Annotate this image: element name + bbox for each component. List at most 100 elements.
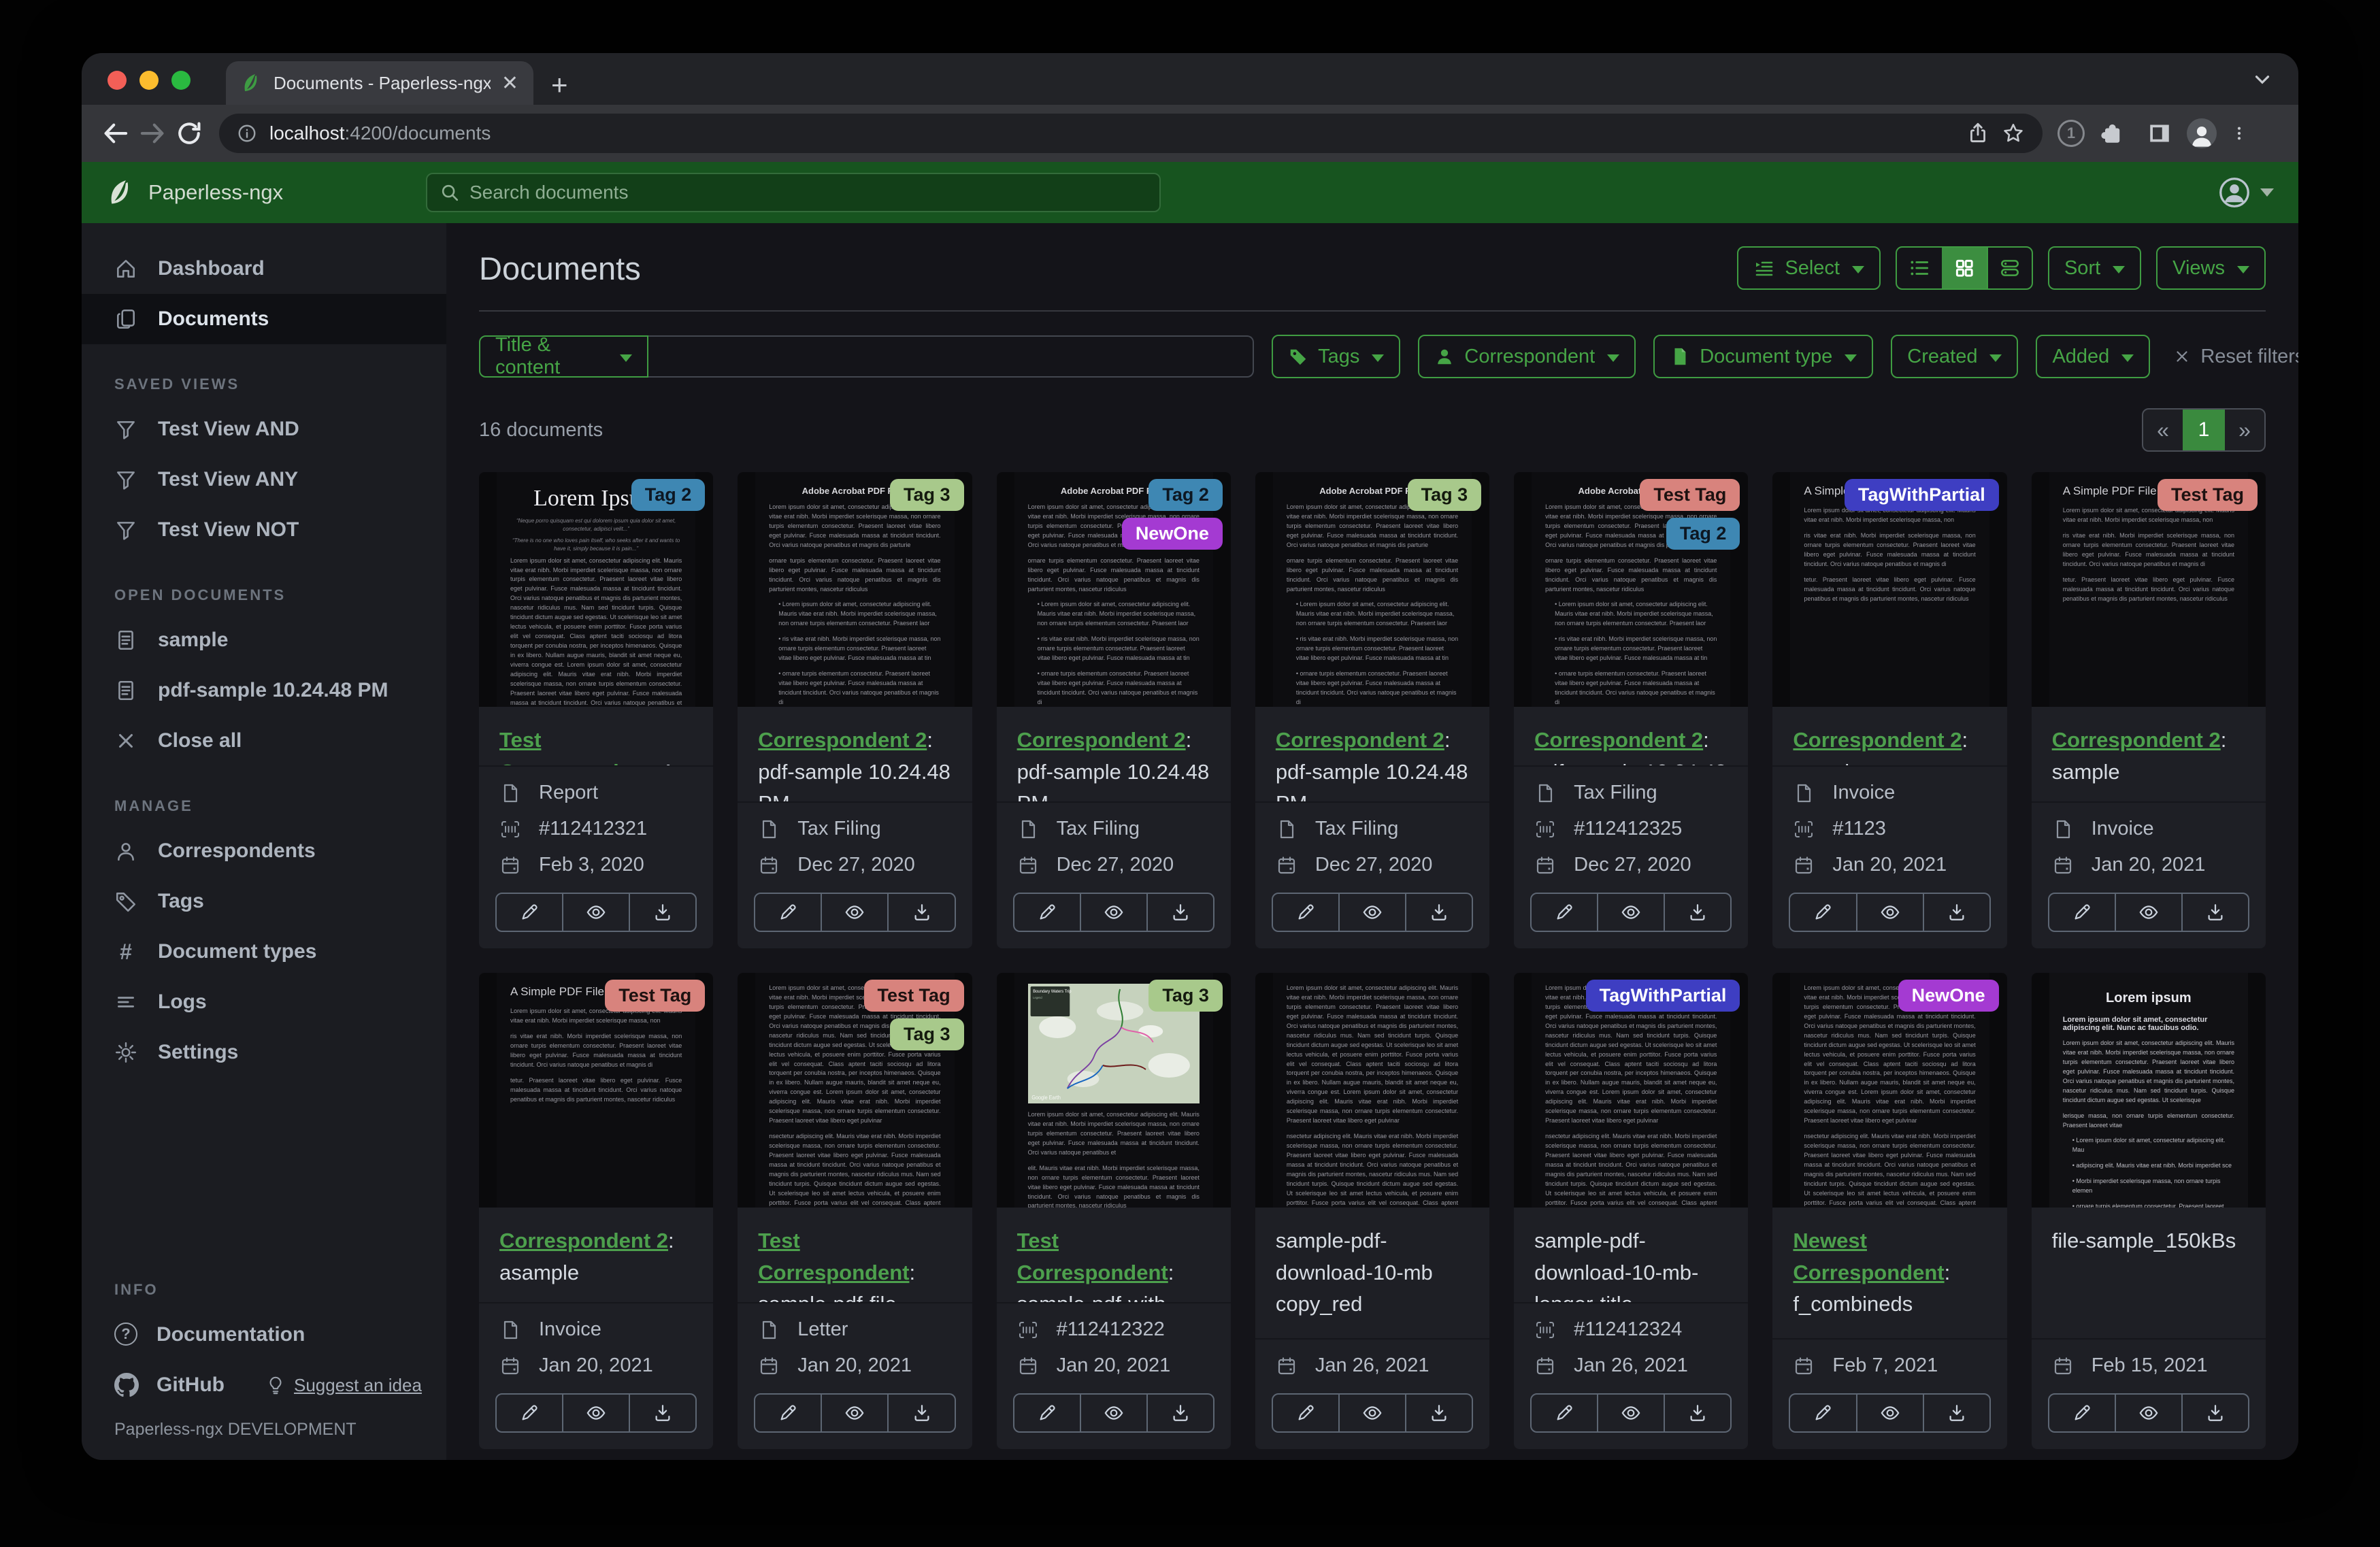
download-button[interactable] bbox=[1405, 894, 1472, 931]
site-info-icon[interactable] bbox=[237, 123, 257, 144]
document-title[interactable]: Correspondent 2: pdf-sample 10.24.48 PM bbox=[738, 707, 972, 803]
view-cards-button[interactable] bbox=[1987, 248, 2032, 288]
edit-button[interactable] bbox=[1014, 894, 1080, 931]
document-title[interactable]: Newest Correspondent: f_combineds bbox=[1772, 1208, 2006, 1340]
edit-button[interactable] bbox=[755, 894, 821, 931]
reload-icon[interactable] bbox=[174, 118, 204, 148]
document-thumbnail[interactable]: Adobe Acrobat PDF FilesLorem ipsum dolor… bbox=[738, 472, 972, 707]
address-bar[interactable]: localhost:4200/documents bbox=[219, 114, 2043, 153]
correspondent-link[interactable]: Test Correspondent bbox=[1017, 1229, 1168, 1284]
sidebar-item-document-types[interactable]: #Document types bbox=[82, 927, 446, 977]
tag-badge-newone[interactable]: NewOne bbox=[1122, 518, 1223, 550]
search-input[interactable] bbox=[469, 182, 1147, 203]
close-window-button[interactable] bbox=[108, 71, 127, 90]
tag-badge-test-tag[interactable]: Test Tag bbox=[1640, 479, 1740, 511]
correspondent-link[interactable]: Correspondent 2 bbox=[1017, 728, 1186, 752]
sidebar-item-sample[interactable]: sample bbox=[82, 615, 446, 665]
sidebar-item-pdf-sample-10-24-48-pm[interactable]: pdf-sample 10.24.48 PM bbox=[82, 665, 446, 716]
pagination-current-page[interactable]: 1 bbox=[2183, 410, 2225, 450]
download-button[interactable] bbox=[1664, 894, 1730, 931]
forward-icon[interactable] bbox=[137, 118, 167, 148]
document-title[interactable]: sample-pdf-download-10-mb copy_red bbox=[1255, 1208, 1489, 1340]
sidebar-item-test-view-and[interactable]: Test View AND bbox=[82, 404, 446, 454]
browser-profile-avatar[interactable] bbox=[2187, 118, 2217, 148]
zoom-window-button[interactable] bbox=[171, 71, 191, 90]
download-button[interactable] bbox=[629, 1395, 695, 1431]
document-title[interactable]: file-sample_150kBs bbox=[2032, 1208, 2266, 1340]
download-button[interactable] bbox=[1146, 1395, 1213, 1431]
correspondent-link[interactable]: Correspondent 2 bbox=[758, 728, 927, 752]
view-list-button[interactable] bbox=[1897, 248, 1942, 288]
download-button[interactable] bbox=[629, 894, 695, 931]
document-thumbnail[interactable]: Adobe Acrobat PDF FilesLorem ipsum dolor… bbox=[997, 472, 1231, 707]
edit-button[interactable] bbox=[755, 1395, 821, 1431]
view-button[interactable] bbox=[562, 894, 629, 931]
sidebar-item-documents[interactable]: Documents bbox=[82, 294, 446, 344]
tag-badge-tag-2[interactable]: Tag 2 bbox=[631, 479, 706, 511]
document-thumbnail[interactable]: Lorem ipsum dolor sit amet, consectetur … bbox=[1514, 973, 1748, 1208]
document-thumbnail[interactable]: Lorem ipsum dolor sit amet, consectetur … bbox=[1255, 973, 1489, 1208]
download-button[interactable] bbox=[887, 894, 954, 931]
document-title[interactable]: sample-pdf-download-10-mb-longer-title bbox=[1514, 1208, 1748, 1303]
download-button[interactable] bbox=[2181, 1395, 2248, 1431]
browser-tab[interactable]: Documents - Paperless-ngx ✕ bbox=[226, 61, 533, 105]
document-title[interactable]: Correspondent 2: sample bbox=[1772, 707, 2006, 767]
tag-badge-newone[interactable]: NewOne bbox=[1898, 980, 1999, 1012]
tag-badge-test-tag[interactable]: Test Tag bbox=[605, 980, 705, 1012]
tag-badge-tag-2[interactable]: Tag 2 bbox=[1148, 479, 1223, 511]
download-button[interactable] bbox=[1146, 894, 1213, 931]
global-search[interactable] bbox=[426, 173, 1161, 212]
document-thumbnail[interactable]: Lorem ipsum dolor sit amet, consectetur … bbox=[738, 973, 972, 1208]
sidebar-item-dashboard[interactable]: Dashboard bbox=[82, 244, 446, 294]
view-button[interactable] bbox=[1080, 1395, 1146, 1431]
tag-badge-tagwithpartial[interactable]: TagWithPartial bbox=[1845, 479, 1999, 511]
sidebar-item-suggest-an-idea[interactable]: Suggest an idea bbox=[265, 1375, 422, 1396]
tags-filter-button[interactable]: Tags bbox=[1272, 335, 1400, 378]
document-type-filter-button[interactable]: Document type bbox=[1653, 335, 1873, 378]
edit-button[interactable] bbox=[2049, 1395, 2115, 1431]
tag-badge-tag-3[interactable]: Tag 3 bbox=[1148, 980, 1223, 1012]
edit-button[interactable] bbox=[497, 1395, 562, 1431]
tab-search-chevron-down-icon[interactable] bbox=[2251, 68, 2274, 91]
document-title[interactable]: Correspondent 2: pdf-sample 10.24.48 PM bbox=[997, 707, 1231, 803]
reset-filters-button[interactable]: Reset filters bbox=[2173, 346, 2298, 368]
minimize-window-button[interactable] bbox=[139, 71, 159, 90]
document-thumbnail[interactable]: A Simple PDF FileLorem ipsum dolor sit a… bbox=[479, 973, 713, 1208]
view-button[interactable] bbox=[821, 894, 887, 931]
browser-menu-kebab-icon[interactable] bbox=[2230, 120, 2248, 147]
pagination-first-button[interactable]: « bbox=[2143, 410, 2183, 450]
download-button[interactable] bbox=[1923, 1395, 1989, 1431]
user-avatar-icon[interactable] bbox=[2218, 176, 2251, 209]
created-filter-button[interactable]: Created bbox=[1891, 335, 2018, 378]
correspondent-link[interactable]: Correspondent 2 bbox=[1793, 728, 1962, 752]
side-panel-icon[interactable] bbox=[2146, 120, 2173, 147]
document-title[interactable]: Test Correspondent: A Sample PDF 2 bbox=[479, 707, 713, 767]
document-thumbnail[interactable]: A Simple PDF FileLorem ipsum dolor sit a… bbox=[2032, 472, 2266, 707]
tag-badge-tag-2[interactable]: Tag 2 bbox=[1666, 518, 1740, 550]
document-title[interactable]: Test Correspondent: sample-pdf-file bbox=[738, 1208, 972, 1303]
document-thumbnail[interactable]: Adobe Acrobat PDF FilesLorem ipsum dolor… bbox=[1514, 472, 1748, 707]
select-button[interactable]: Select bbox=[1737, 246, 1881, 290]
share-icon[interactable] bbox=[1966, 122, 1989, 145]
edit-button[interactable] bbox=[1273, 894, 1338, 931]
edit-button[interactable] bbox=[1014, 1395, 1080, 1431]
download-button[interactable] bbox=[1405, 1395, 1472, 1431]
sidebar-item-logs[interactable]: Logs bbox=[82, 977, 446, 1027]
extensions-puzzle-icon[interactable] bbox=[2098, 120, 2126, 147]
tag-badge-test-tag[interactable]: Test Tag bbox=[2158, 479, 2258, 511]
view-button[interactable] bbox=[1597, 894, 1664, 931]
document-title[interactable]: Correspondent 2: asample bbox=[479, 1208, 713, 1303]
correspondent-filter-button[interactable]: Correspondent bbox=[1418, 335, 1636, 378]
download-button[interactable] bbox=[1923, 894, 1989, 931]
sidebar-item-test-view-not[interactable]: Test View NOT bbox=[82, 505, 446, 555]
sidebar-item-documentation[interactable]: ?Documentation bbox=[114, 1323, 305, 1347]
tag-badge-test-tag[interactable]: Test Tag bbox=[864, 980, 964, 1012]
sidebar-item-tags[interactable]: Tags bbox=[82, 876, 446, 927]
tab-close-icon[interactable]: ✕ bbox=[501, 71, 518, 95]
title-content-filter-input[interactable] bbox=[648, 335, 1254, 378]
edit-button[interactable] bbox=[1273, 1395, 1338, 1431]
sidebar-item-settings[interactable]: Settings bbox=[82, 1027, 446, 1078]
document-title[interactable]: Test Correspondent: sample-pdf-with-imag… bbox=[997, 1208, 1231, 1303]
correspondent-link[interactable]: Newest Correspondent bbox=[1793, 1229, 1944, 1284]
view-button[interactable] bbox=[1338, 894, 1405, 931]
